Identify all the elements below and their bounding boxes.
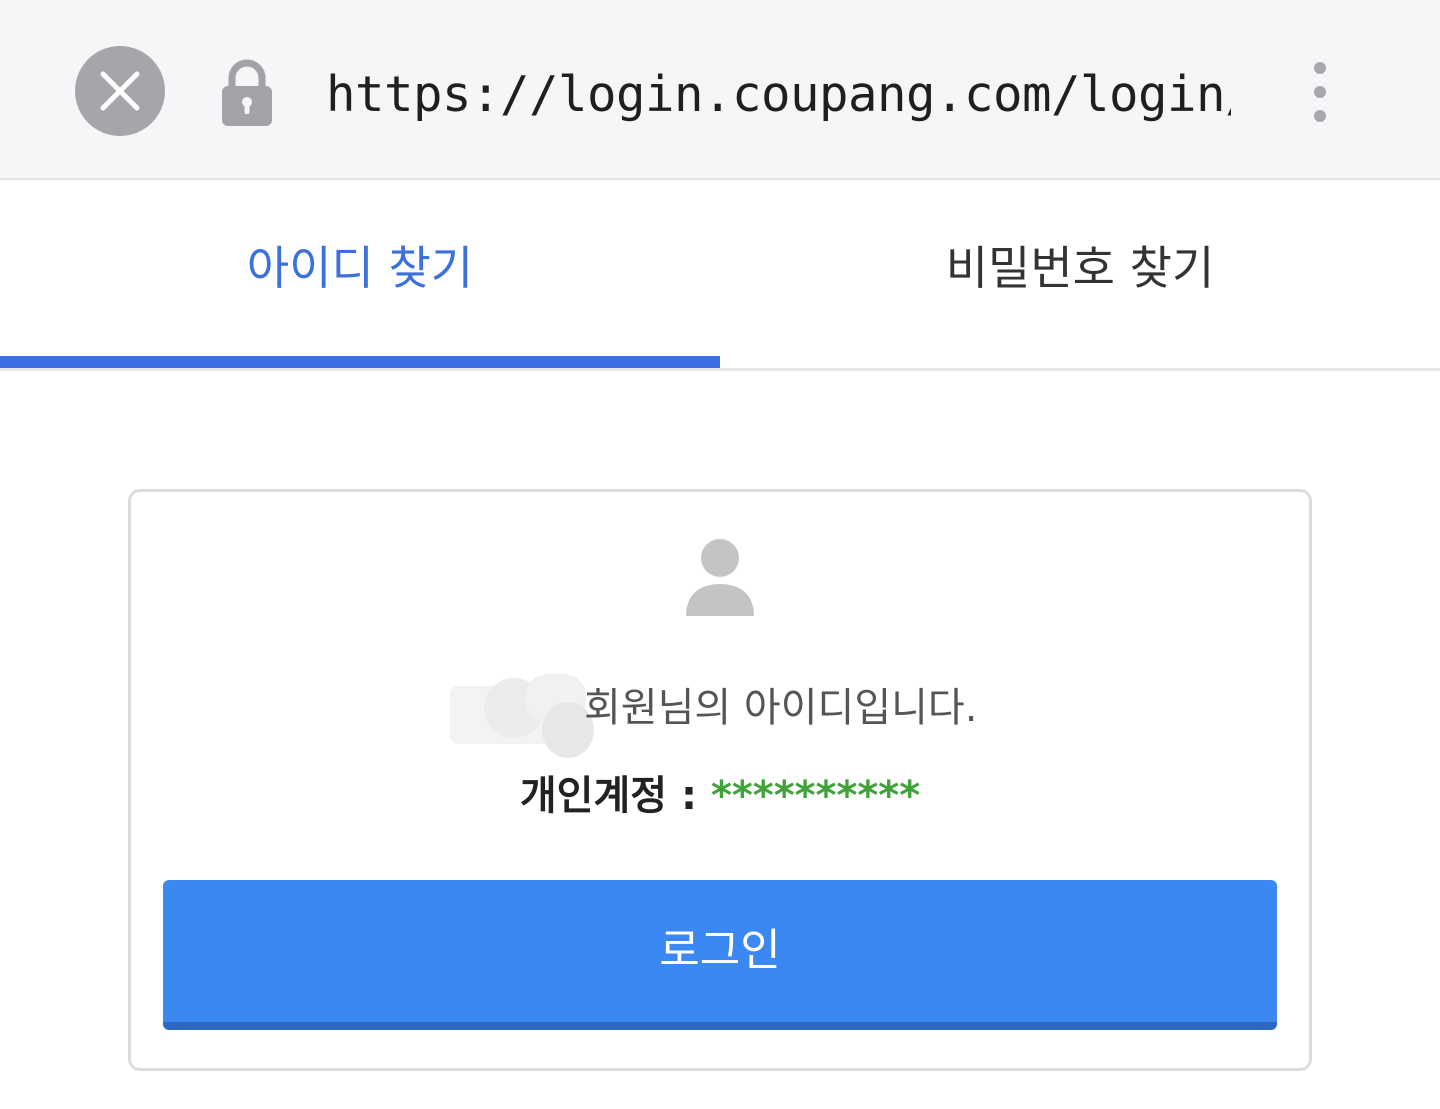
browser-toolbar: https://login.coupang.com/login/acco — [0, 0, 1440, 180]
result-message: 회원님의 아이디입니다. — [584, 685, 978, 731]
redacted-name — [450, 672, 596, 758]
more-vertical-icon-dot — [1314, 110, 1326, 122]
login-button[interactable]: 로그인 — [163, 880, 1277, 1030]
more-vertical-icon-dot — [1314, 86, 1326, 98]
tabs-divider — [0, 368, 1440, 371]
tab-find-password[interactable]: 비밀번호 찾기 — [720, 180, 1440, 372]
lock-icon — [222, 59, 272, 126]
address-bar-url[interactable]: https://login.coupang.com/login/acco — [326, 60, 1231, 130]
account-type-label: 개인계정 : — [519, 773, 711, 819]
more-vertical-icon — [1314, 62, 1326, 74]
find-account-tabs: 아이디 찾기 비밀번호 찾기 — [0, 180, 1440, 372]
active-tab-indicator — [0, 356, 720, 368]
browser-menu-button[interactable] — [1298, 56, 1342, 128]
masked-account-id: ********** — [710, 773, 921, 819]
user-avatar-icon — [686, 539, 754, 616]
close-button[interactable] — [75, 46, 165, 136]
close-icon — [100, 71, 140, 111]
tab-find-id[interactable]: 아이디 찾기 — [0, 180, 720, 372]
account-info: 개인계정 : ********** — [0, 764, 1440, 828]
